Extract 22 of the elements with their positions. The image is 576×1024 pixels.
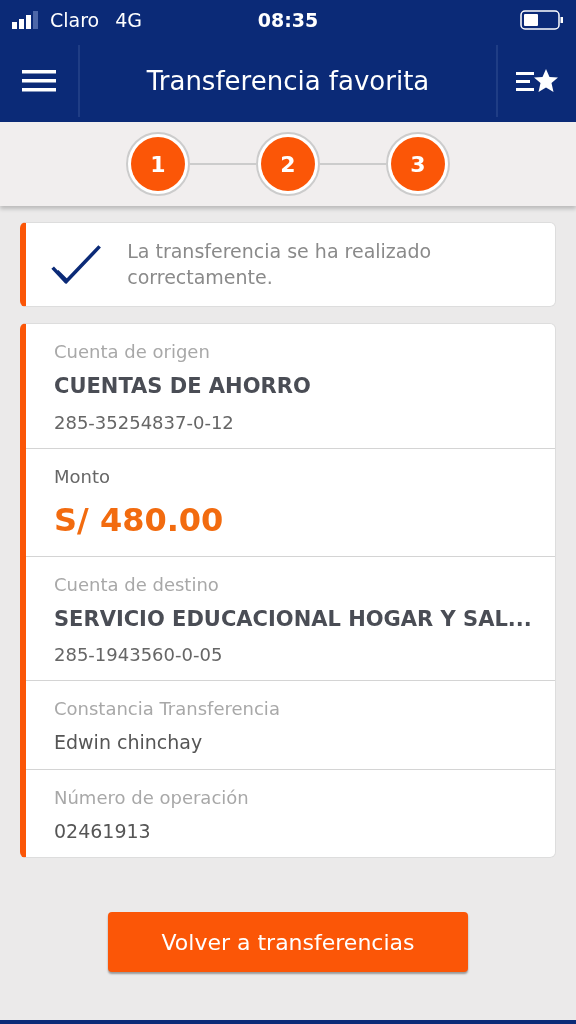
account-number: 285-1943560-0-05 <box>54 643 224 668</box>
success-message: La transferencia se ha realizado correctamente. <box>127 239 433 290</box>
network-type: 4G <box>115 7 143 33</box>
field-label: Cuenta de origen <box>54 340 211 365</box>
field-value: 02461913 <box>54 818 152 844</box>
menu-icon[interactable] <box>22 69 56 93</box>
account-number: 285-35254837-0-12 <box>54 410 235 435</box>
field-label: Monto <box>54 464 112 489</box>
clock-time: 08:35 <box>257 8 319 31</box>
back-to-transfers-button[interactable]: Volver a transferencias <box>108 912 468 972</box>
step-indicator: 2 <box>256 132 320 196</box>
screen-title: Transferencia favorita <box>146 65 430 96</box>
amount-value: S/ 480.00 <box>54 499 225 541</box>
step-indicator: 3 <box>386 132 450 196</box>
step-indicator: 1 <box>126 132 190 196</box>
field-value: Edwin chinchay <box>54 730 204 756</box>
field-label: Número de operación <box>54 785 250 810</box>
field-label: Cuenta de destino <box>54 572 220 597</box>
carrier-name: Claro <box>50 7 100 33</box>
battery-icon <box>520 10 564 30</box>
field-value: CUENTAS DE AHORRO <box>54 373 312 401</box>
field-label: Constancia Transferencia <box>54 697 281 722</box>
